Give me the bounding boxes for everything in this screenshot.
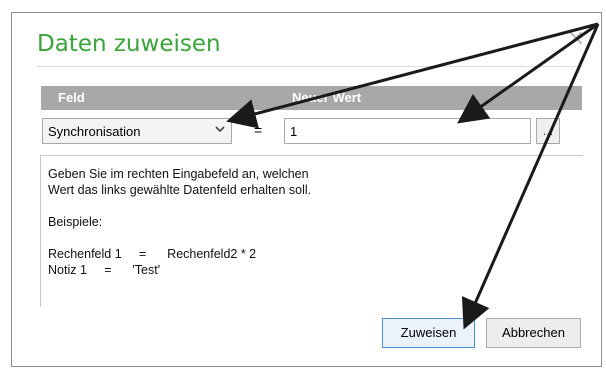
annotation-arrows xyxy=(226,22,600,330)
arrow-to-field-select xyxy=(226,22,599,129)
